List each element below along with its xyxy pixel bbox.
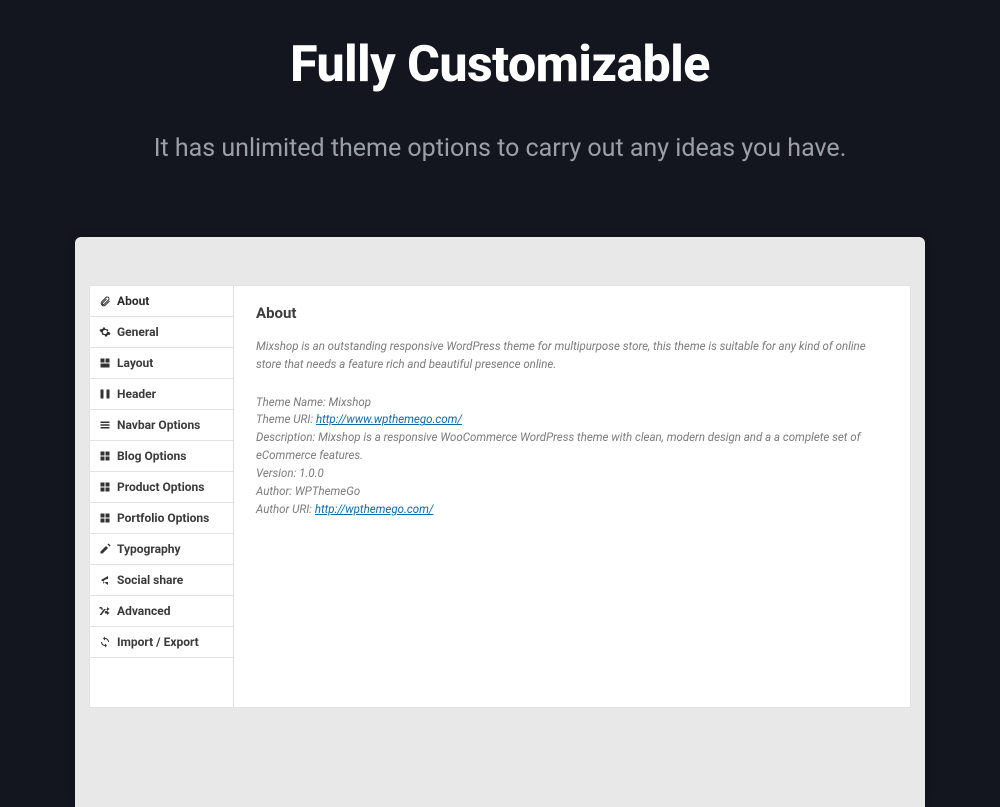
sidebar-item-advanced[interactable]: Advanced [90, 596, 233, 627]
sidebar-item-label: Portfolio Options [117, 512, 209, 524]
meta-value: 1.0.0 [299, 466, 324, 480]
meta-theme-name: Theme Name: Mixshop [256, 394, 888, 412]
meta-value: Mixshop [329, 395, 372, 409]
sidebar-item-label: Product Options [117, 481, 204, 493]
content-title: About [256, 304, 888, 322]
theme-meta: Theme Name: Mixshop Theme URI: http://ww… [256, 394, 888, 519]
hero: Fully Customizable It has unlimited them… [0, 0, 1000, 193]
sidebar-item-label: Navbar Options [117, 419, 200, 431]
content: About Mixshop is an outstanding responsi… [234, 286, 910, 707]
sidebar-item-label: Header [117, 388, 156, 400]
meta-label: Description: [256, 430, 315, 444]
hero-title: Fully Customizable [20, 36, 980, 94]
sidebar-item-label: About [117, 295, 149, 307]
sidebar-item-layout[interactable]: Layout [90, 348, 233, 379]
hero-subtitle: It has unlimited theme options to carry … [20, 134, 980, 163]
shuffle-icon [99, 605, 111, 617]
sidebar-item-label: Layout [117, 357, 153, 369]
sidebar-item-header[interactable]: Header [90, 379, 233, 410]
portfolio-icon [99, 512, 111, 524]
sidebar-item-product-options[interactable]: Product Options [90, 472, 233, 503]
meta-label: Author: [256, 484, 292, 498]
settings-panel: About General Layout Header [89, 285, 911, 708]
settings-card: About General Layout Header [75, 237, 925, 807]
meta-author: Author: WPThemeGo [256, 483, 888, 501]
sidebar-item-label: Import / Export [117, 636, 199, 648]
sidebar-item-label: Blog Options [117, 450, 186, 462]
theme-uri-link[interactable]: http://www.wpthemego.com/ [316, 412, 462, 426]
sidebar-item-portfolio-options[interactable]: Portfolio Options [90, 503, 233, 534]
sidebar-item-blog-options[interactable]: Blog Options [90, 441, 233, 472]
sidebar-item-navbar-options[interactable]: Navbar Options [90, 410, 233, 441]
meta-version: Version: 1.0.0 [256, 465, 888, 483]
meta-label: Theme URI: [256, 412, 313, 426]
sidebar: About General Layout Header [90, 286, 234, 707]
attachment-icon [99, 295, 111, 307]
layout-icon [99, 357, 111, 369]
author-uri-link[interactable]: http://wpthemego.com/ [315, 502, 434, 516]
meta-label: Theme Name: [256, 395, 326, 409]
content-description: Mixshop is an outstanding responsive Wor… [256, 338, 888, 374]
sidebar-item-label: Advanced [117, 605, 170, 617]
product-icon [99, 481, 111, 493]
sidebar-item-label: Social share [117, 574, 183, 586]
sidebar-item-label: General [117, 326, 159, 338]
meta-value: Mixshop is a responsive WooCommerce Word… [256, 430, 861, 462]
sidebar-item-typography[interactable]: Typography [90, 534, 233, 565]
sidebar-item-general[interactable]: General [90, 317, 233, 348]
menu-icon [99, 419, 111, 431]
gear-icon [99, 326, 111, 338]
meta-value: WPThemeGo [295, 484, 360, 498]
sidebar-item-label: Typography [117, 543, 181, 555]
sidebar-item-about[interactable]: About [90, 286, 233, 317]
meta-theme-uri: Theme URI: http://www.wpthemego.com/ [256, 411, 888, 429]
meta-description: Description: Mixshop is a responsive Woo… [256, 429, 888, 465]
sidebar-item-social-share[interactable]: Social share [90, 565, 233, 596]
refresh-icon [99, 636, 111, 648]
meta-author-uri: Author URI: http://wpthemego.com/ [256, 501, 888, 519]
header-icon [99, 388, 111, 400]
meta-label: Author URI: [256, 502, 312, 516]
edit-icon [99, 543, 111, 555]
blog-icon [99, 450, 111, 462]
share-icon [99, 574, 111, 586]
sidebar-item-import-export[interactable]: Import / Export [90, 627, 233, 658]
meta-label: Version: [256, 466, 296, 480]
